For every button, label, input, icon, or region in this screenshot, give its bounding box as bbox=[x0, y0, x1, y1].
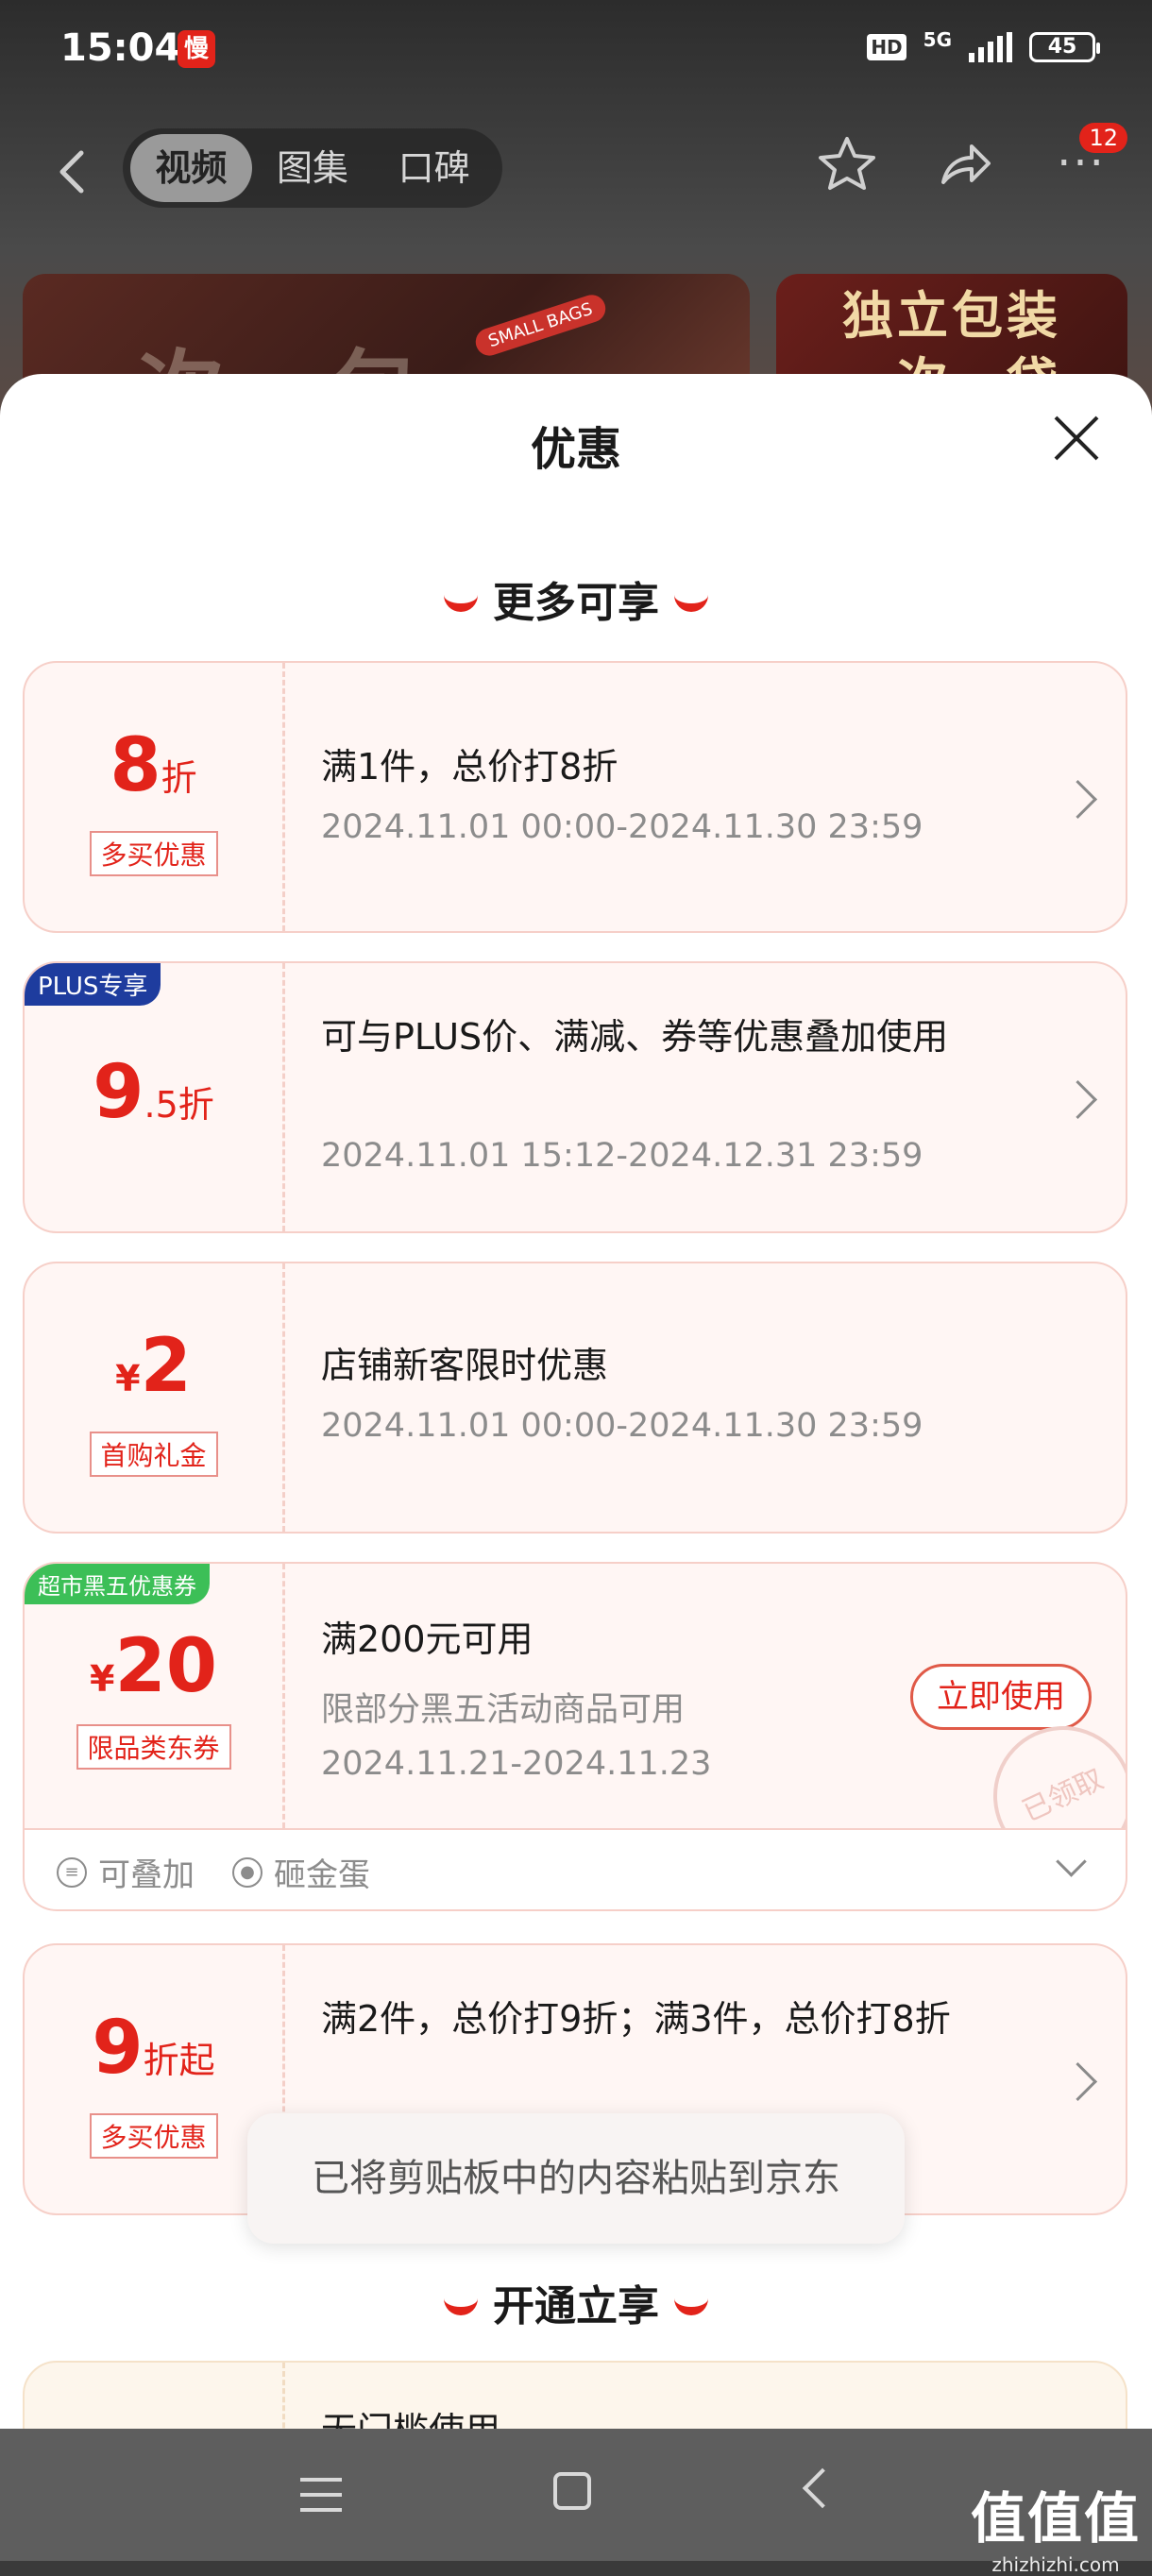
offer-tag: 限品类东券 bbox=[76, 1724, 231, 1770]
nav-actions: ··· 12 bbox=[814, 123, 1127, 196]
status-bar: 15:04 慢 HD 5G 45 bbox=[0, 0, 1152, 104]
offer-amount: 9折起 bbox=[92, 2006, 215, 2091]
chevron-right-icon bbox=[1058, 2061, 1098, 2102]
offer-card[interactable]: PLUS专享 9.5折 可与PLUS价、满减、券等优惠叠加使用 2024.11.… bbox=[23, 961, 1127, 1233]
offer-amount: ¥20 bbox=[90, 1624, 217, 1709]
offer-card: ¥2 首购礼金 店铺新客限时优惠 2024.11.01 00:00-2024.1… bbox=[23, 1262, 1127, 1534]
chevron-right-icon bbox=[1058, 1079, 1098, 1120]
section-header: 开通立享 bbox=[0, 2272, 1152, 2332]
offer-card[interactable]: 8折 多买优惠 满1件，总价打8折 2024.11.01 00:00-2024.… bbox=[23, 661, 1127, 933]
status-icons: HD 5G 45 bbox=[867, 28, 1100, 62]
stack-icon: ≡ bbox=[57, 1856, 87, 1888]
section-title: 更多可享 bbox=[493, 579, 659, 627]
coupon-footer[interactable]: ≡ 可叠加 ● 砸金蛋 bbox=[23, 1830, 1127, 1911]
close-button[interactable] bbox=[1046, 408, 1107, 468]
tab-video[interactable]: 视频 bbox=[130, 134, 252, 202]
star-icon bbox=[819, 137, 875, 190]
offer-title: 满200元可用 bbox=[321, 1618, 534, 1660]
offer-title: 无门槛使用 bbox=[321, 2404, 963, 2429]
offer-period: 2024.11.01 00:00-2024.11.30 23:59 bbox=[321, 808, 923, 846]
home-button[interactable] bbox=[553, 2472, 591, 2510]
offer-amount-panel: 8折 多买优惠 bbox=[25, 663, 285, 931]
offer-title: 满1件，总价打8折 bbox=[321, 746, 618, 788]
smile-icon bbox=[444, 2292, 478, 2315]
offer-period: 2024.11.01 00:00-2024.11.30 23:59 bbox=[321, 1407, 923, 1445]
media-tabs: 视频 图集 口碑 bbox=[123, 128, 502, 208]
chevron-down-icon bbox=[1056, 1846, 1087, 1877]
favorite-button[interactable] bbox=[814, 130, 880, 196]
message-count-badge: 12 bbox=[1079, 123, 1127, 153]
offer-period: 2024.11.21-2024.11.23 bbox=[321, 1745, 712, 1783]
feature-golden-egg: ● 砸金蛋 bbox=[232, 1849, 370, 1895]
offer-amount-panel: ¥2 首购礼金 bbox=[25, 1263, 285, 1532]
section-header: 更多可享 bbox=[0, 568, 1152, 629]
offer-amount: 8折 bbox=[110, 723, 197, 808]
smile-icon bbox=[444, 588, 478, 612]
offer-tag: 首购礼金 bbox=[89, 1432, 218, 1477]
smile-icon bbox=[674, 2292, 708, 2315]
offer-amount-panel bbox=[25, 2363, 285, 2429]
hd-icon: HD bbox=[867, 34, 906, 60]
offer-amount: ¥2 bbox=[115, 1324, 192, 1409]
offer-title: 可与PLUS价、满减、券等优惠叠加使用 bbox=[321, 1016, 949, 1058]
close-icon bbox=[1054, 415, 1099, 461]
clipboard-toast: 已将剪贴板中的内容粘贴到京东 bbox=[247, 2113, 905, 2244]
offer-amount-panel: ¥20 限品类东券 bbox=[25, 1564, 285, 1828]
offer-card[interactable]: 无门槛使用 bbox=[23, 2361, 1127, 2429]
feature-stackable: ≡ 可叠加 bbox=[57, 1849, 195, 1895]
network-type: 5G bbox=[923, 28, 952, 51]
status-time: 15:04 bbox=[60, 26, 181, 70]
offer-amount-panel: 9.5折 bbox=[25, 963, 285, 1231]
offer-title: 店铺新客限时优惠 bbox=[321, 1345, 609, 1386]
offer-period: 2024.11.01 15:12-2024.12.31 23:59 bbox=[321, 1137, 923, 1175]
back-button[interactable] bbox=[45, 144, 102, 200]
egg-icon: ● bbox=[232, 1856, 263, 1888]
thumbnail-tag: SMALL BAGS bbox=[472, 291, 609, 360]
offer-amount-panel: 9折起 多买优惠 bbox=[25, 1945, 285, 2213]
share-button[interactable] bbox=[931, 130, 997, 196]
share-icon bbox=[941, 144, 991, 184]
coupon-card: 超市黑五优惠券 ¥20 限品类东券 满200元可用 限部分黑五活动商品可用 20… bbox=[23, 1562, 1127, 1830]
system-back-button[interactable] bbox=[802, 2467, 843, 2509]
chevron-left-icon bbox=[59, 150, 84, 194]
smile-icon bbox=[674, 588, 708, 612]
signal-icon bbox=[969, 32, 1012, 62]
tab-gallery[interactable]: 图集 bbox=[252, 134, 374, 202]
top-nav: 视频 图集 口碑 ··· 12 bbox=[0, 123, 1152, 213]
app-notification-icon: 慢 bbox=[178, 30, 215, 68]
more-button[interactable]: ··· 12 bbox=[1048, 123, 1127, 196]
chevron-right-icon bbox=[1058, 779, 1098, 820]
offer-tag: 多买优惠 bbox=[89, 831, 218, 876]
section-title: 开通立享 bbox=[493, 2282, 659, 2330]
offer-tag: 多买优惠 bbox=[89, 2113, 218, 2159]
use-now-button[interactable]: 立即使用 bbox=[910, 1664, 1092, 1730]
recent-apps-button[interactable] bbox=[300, 2478, 342, 2523]
offer-title: 满2件，总价打9折；满3件，总价打8折 bbox=[321, 1998, 951, 2040]
offer-amount: 9.5折 bbox=[93, 1050, 214, 1135]
tab-reviews[interactable]: 口碑 bbox=[373, 134, 495, 202]
sheet-title: 优惠 bbox=[530, 423, 621, 476]
battery-icon: 45 bbox=[1029, 32, 1100, 62]
offer-condition: 限部分黑五活动商品可用 bbox=[321, 1691, 686, 1729]
